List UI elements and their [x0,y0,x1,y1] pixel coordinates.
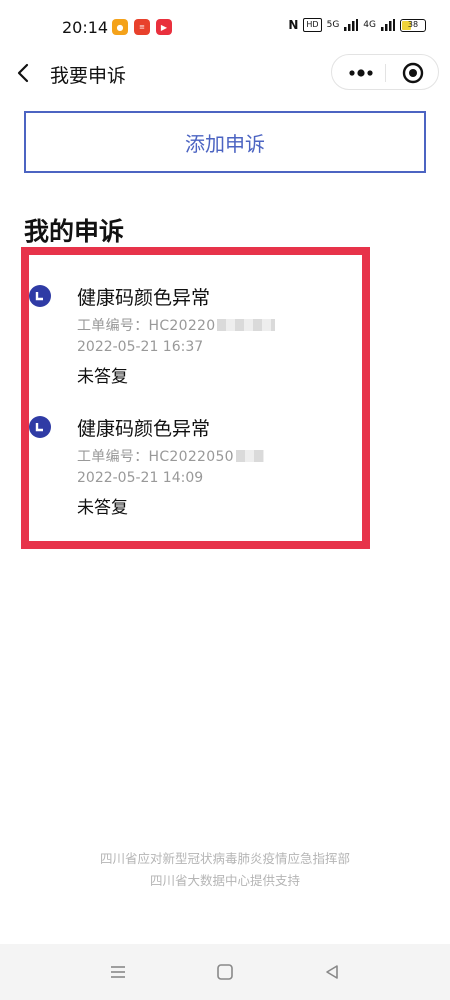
order-label: 工单编号： [77,449,149,465]
appeal-status-icon [29,416,51,438]
footer-line-1: 四川省应对新型冠状病毒肺炎疫情应急指挥部 [99,851,350,866]
more-dots-icon [349,69,373,77]
more-button[interactable] [338,55,384,91]
add-appeal-button[interactable]: 添加申诉 [24,111,426,173]
appeal-title: 健康码颜色异常 [77,418,211,440]
news-app-icon: ≡ [134,19,150,35]
menu-nav-button[interactable] [106,960,130,984]
chevron-left-icon [17,63,29,83]
battery-level: 38 [407,19,419,29]
redacted-mask [217,319,276,331]
system-nav-bar [0,944,450,1000]
status-indicators: N HD 5G 4G 38 [288,18,426,32]
appeal-status: 未答复 [77,367,128,387]
signal-icon [344,19,359,31]
appeal-status-icon [29,285,51,307]
page-title: 我要申诉 [50,65,127,87]
appeal-order-number: 工单编号：HC2022050 [77,446,264,466]
status-time: 20:14 [62,18,109,37]
appeal-order-number: 工单编号：HC20220 [77,315,276,335]
order-label: 工单编号： [77,318,149,334]
target-circle-icon [402,62,424,84]
appeal-time: 2022-05-21 14:09 [77,470,204,486]
order-value: HC2022050 [148,449,234,465]
redacted-mask [235,450,264,462]
network-5g-label: 5G [326,20,340,30]
header: 我要申诉 [0,50,450,96]
capsule-divider [385,64,386,82]
order-value: HC20220 [148,318,216,334]
appeal-status: 未答复 [77,498,128,518]
home-nav-button[interactable] [213,960,237,984]
nfc-icon: N [288,18,299,32]
triangle-back-icon [326,965,338,979]
battery-icon: 38 [400,18,426,32]
status-bar: 20:14 ● ≡ ▶ N HD 5G 4G 38 [0,0,450,50]
status-app-icons: ● ≡ ▶ [112,19,172,35]
video-app-icon: ▶ [156,19,172,35]
app-notification-icon: ● [112,19,128,35]
footer-line-2: 四川省大数据中心提供支持 [149,873,300,888]
back-nav-button[interactable] [320,960,344,984]
appeal-time: 2022-05-21 16:37 [77,339,204,355]
appeal-item[interactable]: 健康码颜色异常 工单编号：HC20220 2022-05-21 16:37 未答… [29,273,362,403]
close-button[interactable] [390,55,436,91]
mini-program-capsule [331,54,439,90]
appeal-list: 健康码颜色异常 工单编号：HC20220 2022-05-21 16:37 未答… [21,247,370,549]
network-4g-label: 4G [363,20,376,30]
signal-icon-2 [381,19,395,31]
appeal-item[interactable]: 健康码颜色异常 工单编号：HC2022050 2022-05-21 14:09 … [29,404,362,534]
hd-icon: HD [303,18,322,32]
hamburger-icon [111,966,125,978]
back-button[interactable] [10,58,38,88]
section-title: 我的申诉 [24,217,125,246]
appeal-title: 健康码颜色异常 [77,287,211,309]
square-home-icon [217,964,233,980]
